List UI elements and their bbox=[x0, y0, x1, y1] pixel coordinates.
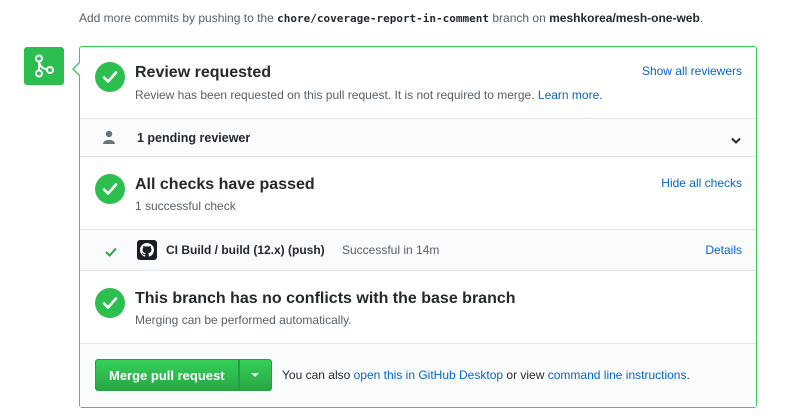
check-details-link[interactable]: Details bbox=[705, 243, 742, 257]
merge-pull-request-button[interactable]: Merge pull request bbox=[95, 359, 239, 391]
learn-more-link[interactable]: Learn more. bbox=[538, 88, 603, 102]
repo-name: meshkorea/mesh-one-web bbox=[549, 11, 700, 25]
command-line-instructions-link[interactable]: command line instructions bbox=[548, 368, 687, 382]
review-desc-text: Review has been requested on this pull r… bbox=[135, 88, 535, 102]
hide-all-checks-link[interactable]: Hide all checks bbox=[661, 176, 742, 190]
merge-section: Merge pull request You can also open thi… bbox=[80, 344, 756, 407]
branch-name: chore/coverage-report-in-comment bbox=[277, 12, 490, 25]
merge-method-dropdown[interactable] bbox=[238, 359, 272, 391]
open-github-desktop-link[interactable]: open this in GitHub Desktop bbox=[354, 368, 503, 382]
review-title: Review requested bbox=[135, 64, 272, 81]
checks-title: All checks have passed bbox=[135, 176, 315, 193]
git-merge-icon bbox=[24, 47, 64, 85]
merge-button-group: Merge pull request bbox=[95, 359, 272, 391]
push-hint-prefix: Add more commits by pushing to the bbox=[79, 11, 274, 25]
dropdown-caret-icon bbox=[251, 373, 260, 377]
conflicts-section: This branch has no conflicts with the ba… bbox=[80, 271, 756, 344]
check-circle-icon bbox=[95, 288, 125, 318]
push-hint: Add more commits by pushing to the chore… bbox=[79, 11, 703, 25]
merge-or-view-text: or view bbox=[506, 368, 545, 382]
conflicts-title: This branch has no conflicts with the ba… bbox=[135, 290, 516, 307]
pending-reviewer-row[interactable]: 1 pending reviewer bbox=[80, 119, 756, 157]
check-status: Successful in 14m bbox=[342, 243, 440, 257]
push-hint-suffix: . bbox=[699, 11, 704, 25]
checks-section: All checks have passed 1 successful chec… bbox=[80, 157, 756, 230]
chevron-down-icon[interactable] bbox=[731, 132, 741, 150]
conflicts-subtitle: Merging can be performed automatically. bbox=[135, 313, 352, 327]
push-hint-middle: branch on bbox=[492, 11, 546, 25]
merge-also-text: You can also bbox=[282, 368, 351, 382]
github-logo-icon bbox=[137, 240, 157, 260]
checks-subtitle: 1 successful check bbox=[135, 199, 236, 213]
check-circle-icon bbox=[95, 174, 125, 204]
pending-reviewer-label: 1 pending reviewer bbox=[137, 131, 251, 145]
show-all-reviewers-link[interactable]: Show all reviewers bbox=[642, 64, 742, 78]
review-desc: Review has been requested on this pull r… bbox=[135, 88, 603, 102]
review-section: Review requested Review has been request… bbox=[80, 47, 756, 119]
merge-status-box: Review requested Review has been request… bbox=[72, 46, 757, 408]
check-circle-icon bbox=[95, 62, 125, 92]
check-icon bbox=[105, 244, 117, 262]
check-item-row: CI Build / build (12.x) (push) Successfu… bbox=[80, 230, 756, 271]
merge-alternatives: You can also open this in GitHub Desktop… bbox=[282, 368, 690, 382]
person-icon bbox=[103, 130, 115, 149]
check-name: CI Build / build (12.x) (push) bbox=[166, 243, 325, 257]
merge-end-text: . bbox=[686, 368, 690, 382]
